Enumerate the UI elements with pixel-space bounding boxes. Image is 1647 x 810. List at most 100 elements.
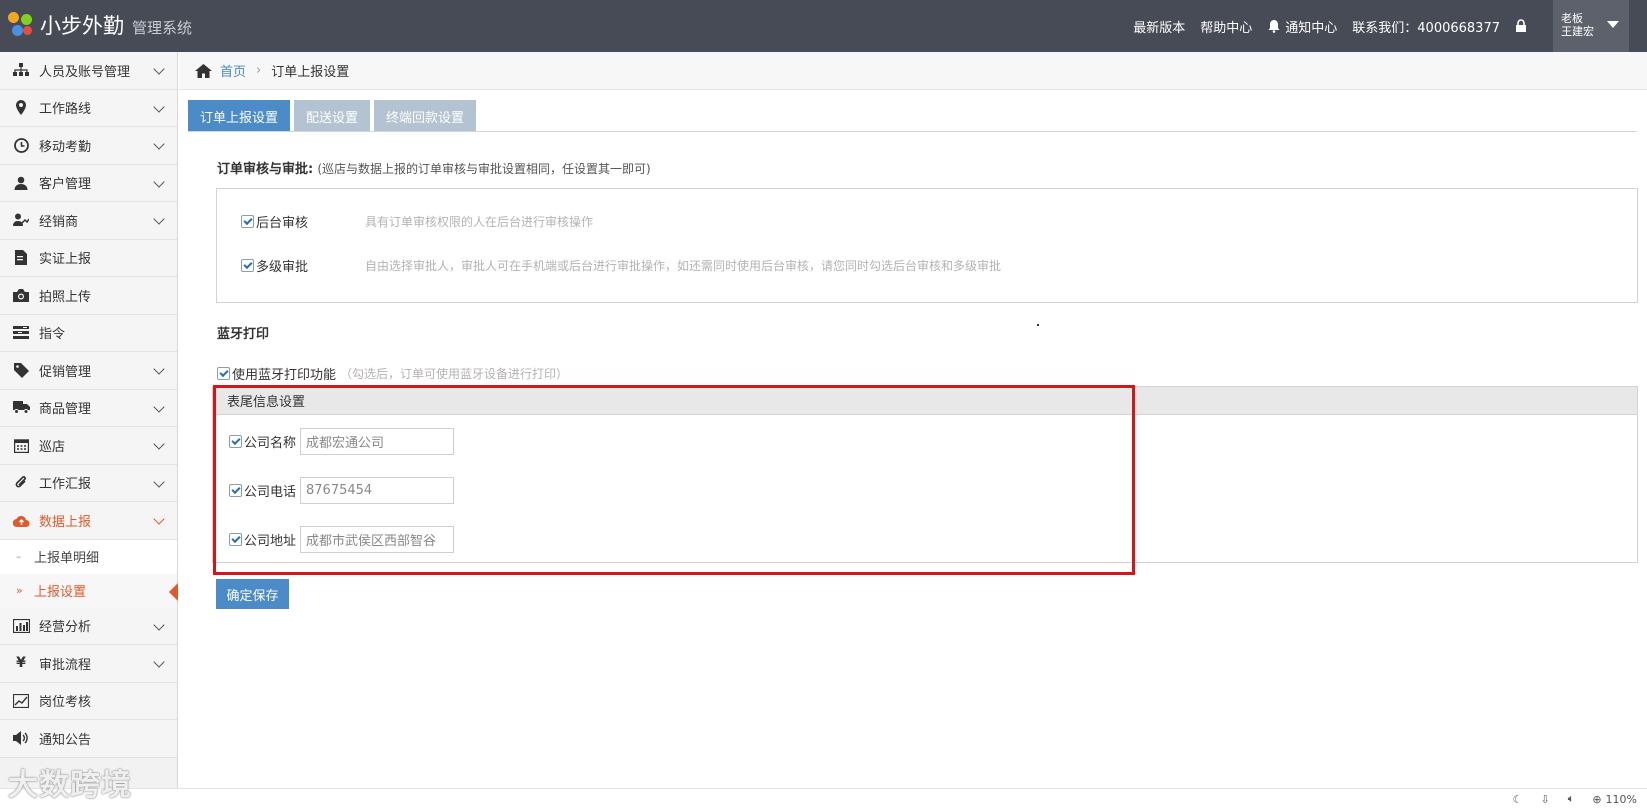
company-phone-row: 公司电话 — [229, 477, 455, 504]
tab-delivery-settings[interactable]: 配送设置 — [294, 100, 371, 132]
bluetooth-print-checkbox[interactable] — [217, 367, 230, 380]
notify-center-label: 通知中心 — [1285, 20, 1338, 36]
line-chart-icon — [11, 693, 31, 709]
tab-order-report-settings[interactable]: 订单上报设置 — [188, 100, 291, 132]
sidebar-item-label: 数据上报 — [39, 514, 92, 530]
sidebar-item-label: 拍照上传 — [39, 289, 92, 305]
footer-info-panel-title: 表尾信息设置 — [213, 387, 1637, 415]
paperclip-icon — [11, 475, 31, 491]
help-center-link[interactable]: 帮助中心 — [1200, 17, 1252, 36]
company-address-row: 公司地址 — [229, 526, 455, 553]
double-chevron-icon: » — [16, 584, 23, 597]
sidebar-item-customers[interactable]: 客户管理 — [0, 164, 177, 202]
sidebar-item-products[interactable]: 商品管理 — [0, 389, 177, 427]
sidebar-subitem-report-detail[interactable]: – 上报单明细 — [0, 539, 177, 574]
sidebar-item-label: 指令 — [39, 327, 66, 343]
home-icon[interactable] — [195, 63, 212, 78]
company-address-input[interactable] — [300, 526, 455, 553]
tab-payment-settings[interactable]: 终端回款设置 — [374, 100, 477, 132]
sidebar-item-announcements[interactable]: 通知公告 — [0, 720, 177, 758]
chevron-down-icon — [153, 100, 165, 113]
sidebar-item-commands[interactable]: 指令 — [0, 314, 177, 352]
chevron-down-icon — [153, 513, 165, 525]
sidebar-item-business-analysis[interactable]: 经营分析 — [0, 607, 177, 645]
notify-center-link[interactable]: 通知中心 — [1267, 17, 1337, 36]
backend-review-description: 具有订单审核权限的人在后台进行审核操作 — [365, 215, 594, 229]
active-pointer-icon — [169, 582, 178, 601]
multilevel-approval-checkbox[interactable] — [241, 259, 254, 272]
sidebar-item-work-report[interactable]: 工作汇报 — [0, 464, 177, 502]
sidebar-item-route[interactable]: 工作路线 — [0, 89, 177, 127]
backend-review-option[interactable]: 后台审核 — [241, 212, 308, 231]
sidebar-item-store-visit[interactable]: 巡店 — [0, 427, 177, 465]
sidebar-item-label: 岗位考核 — [39, 695, 92, 711]
review-section-heading: 订单审核与审批: (巡店与数据上报的订单审核与审批设置相同，任设置其一即可) — [217, 158, 651, 177]
dealer-icon — [11, 212, 31, 228]
save-button[interactable]: 确定保存 — [216, 579, 289, 609]
bluetooth-print-option[interactable]: 使用蓝牙打印功能 （勾选后，订单可使用蓝牙设备进行打印） — [217, 364, 568, 383]
multilevel-approval-label: 多级审批 — [256, 260, 309, 275]
chevron-down-icon — [153, 363, 165, 375]
sidebar-subitem-label: 上报单明细 — [34, 551, 100, 566]
sidebar-item-label: 移动考勤 — [39, 139, 92, 155]
sidebar-item-staff[interactable]: 人员及账号管理 — [0, 52, 177, 90]
chevron-down-icon — [153, 618, 165, 631]
company-name-checkbox[interactable] — [229, 435, 242, 448]
sidebar-item-label: 人员及账号管理 — [39, 64, 131, 80]
chevron-down-icon — [153, 138, 165, 150]
bluetooth-title-text: 蓝牙打印 — [217, 327, 270, 342]
sidebar-item-approval-flow[interactable]: ¥ 审批流程 — [0, 645, 177, 683]
latest-version-link[interactable]: 最新版本 — [1133, 17, 1185, 36]
contact-phone: 联系我们：4000668377 — [1352, 20, 1500, 36]
chevron-down-icon — [153, 63, 165, 75]
chevron-down-icon — [153, 656, 165, 668]
sidebar-item-data-report[interactable]: 数据上报 — [0, 502, 177, 540]
sidebar-item-label: 通知公告 — [39, 732, 92, 748]
yen-icon: ¥ — [16, 655, 26, 672]
sidebar-item-label: 审批流程 — [39, 657, 92, 673]
lock-icon[interactable] — [1515, 19, 1527, 33]
company-name-row: 公司名称 — [229, 428, 455, 455]
speaker-icon[interactable]: 🔈︎ — [1568, 792, 1575, 806]
moon-icon[interactable]: ☾ — [1513, 793, 1523, 806]
multilevel-approval-option[interactable]: 多级审批 — [241, 256, 308, 275]
tag-icon — [11, 362, 31, 378]
sidebar-item-post-assessment[interactable]: 岗位考核 — [0, 682, 177, 720]
company-phone-label: 公司电话 — [244, 485, 297, 500]
backend-review-checkbox[interactable] — [241, 215, 254, 228]
calendar-icon — [11, 437, 31, 453]
download-icon[interactable]: ⇩ — [1541, 793, 1550, 806]
sidebar: 人员及账号管理 工作路线 移动考勤 客户管理 经销商 实证上报 拍照上传 指令 … — [0, 52, 178, 810]
sidebar-item-label: 巡店 — [39, 439, 66, 455]
bluetooth-print-label: 使用蓝牙打印功能 — [232, 368, 337, 383]
tasks-icon — [11, 325, 31, 341]
sidebar-item-label: 促销管理 — [39, 364, 92, 380]
breadcrumb-home-link[interactable]: 首页 — [220, 61, 246, 80]
sidebar-item-label: 工作汇报 — [39, 477, 92, 493]
review-options-box: 后台审核 具有订单审核权限的人在后台进行审核操作 多级审批 自由选择审批人，审批… — [216, 188, 1638, 303]
sidebar-item-label: 商品管理 — [39, 402, 92, 418]
user-menu[interactable]: 老板 王建宏 — [1553, 0, 1629, 52]
logo-icon — [8, 12, 34, 38]
sidebar-item-attendance[interactable]: 移动考勤 — [0, 127, 177, 165]
review-section-note: (巡店与数据上报的订单审核与审批设置相同，任设置其一即可) — [317, 162, 651, 176]
sidebar-item-label: 工作路线 — [39, 102, 92, 118]
chevron-down-icon — [153, 400, 165, 413]
zoom-control[interactable]: ⊕ 110% — [1592, 793, 1637, 806]
company-name-input[interactable] — [300, 428, 455, 455]
multilevel-approval-description: 自由选择审批人，审批人可在手机端或后台进行审批操作，如还需同时使用后台审核，请您… — [365, 259, 1002, 273]
breadcrumb-separator-icon: › — [256, 63, 262, 78]
sidebar-item-promotions[interactable]: 促销管理 — [0, 352, 177, 390]
company-address-checkbox[interactable] — [229, 533, 242, 546]
company-phone-input[interactable] — [300, 477, 455, 504]
sidebar-subitem-report-settings[interactable]: » 上报设置 — [0, 573, 178, 608]
company-phone-checkbox[interactable] — [229, 484, 242, 497]
brand[interactable]: 小步外勤 管理系统 — [8, 10, 192, 40]
sidebar-item-dealers[interactable]: 经销商 — [0, 202, 177, 240]
sidebar-item-photo-upload[interactable]: 拍照上传 — [0, 277, 177, 315]
sidebar-item-proof-report[interactable]: 实证上报 — [0, 239, 177, 277]
bell-icon — [1268, 20, 1280, 33]
company-name-label: 公司名称 — [244, 436, 297, 451]
report-doc-icon — [11, 250, 31, 266]
tab-divider — [188, 131, 1637, 132]
